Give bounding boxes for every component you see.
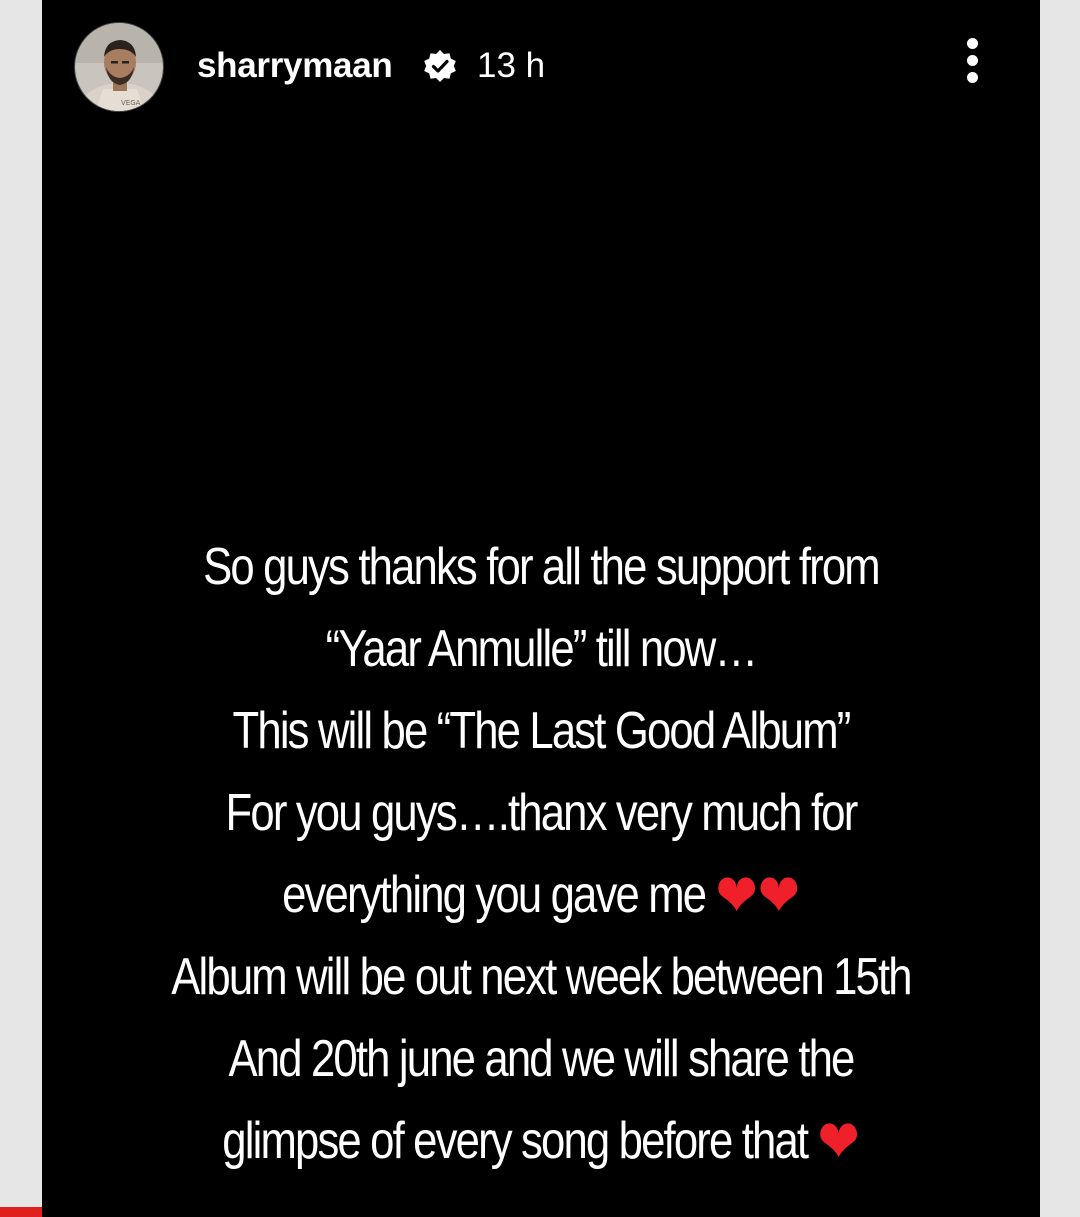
screenshot-frame: VEGA sharrymaan 13 h So guys thanks for … xyxy=(0,0,1080,1217)
heart-icon: ❤❤ xyxy=(715,861,800,931)
avatar-image: VEGA xyxy=(75,23,163,111)
caption-line: And 20th june and we will share the xyxy=(228,1030,856,1088)
caption-line-text: glimpse of every song before that xyxy=(222,1112,809,1170)
caption-line-with-hearts: everything you gave me ❤❤ xyxy=(122,854,960,936)
caption-line: This will be “The Last Good Album” xyxy=(232,702,852,760)
heart-icon: ❤ xyxy=(817,1107,860,1177)
story-caption: So guys thanks for all the support from … xyxy=(122,526,960,1182)
caption-line: For you guys….thanx very much for xyxy=(225,784,859,842)
caption-line: So guys thanks for all the support from xyxy=(203,538,881,596)
caption-line: “Yaar Anmulle” till now… xyxy=(325,620,758,678)
more-vertical-icon[interactable] xyxy=(954,38,990,90)
caption-line: Album will be out next week between 15th xyxy=(171,948,912,1006)
story-header: VEGA sharrymaan 13 h xyxy=(42,0,1040,130)
story-timestamp: 13 h xyxy=(477,46,546,85)
svg-text:VEGA: VEGA xyxy=(121,99,141,107)
verified-badge-icon xyxy=(422,48,458,84)
username[interactable]: sharrymaan xyxy=(197,44,393,88)
avatar[interactable]: VEGA xyxy=(74,22,164,112)
story-view[interactable]: VEGA sharrymaan 13 h So guys thanks for … xyxy=(42,0,1040,1217)
caption-line-with-heart: glimpse of every song before that ❤ xyxy=(122,1100,960,1182)
caption-line-text: everything you gave me xyxy=(282,866,707,924)
